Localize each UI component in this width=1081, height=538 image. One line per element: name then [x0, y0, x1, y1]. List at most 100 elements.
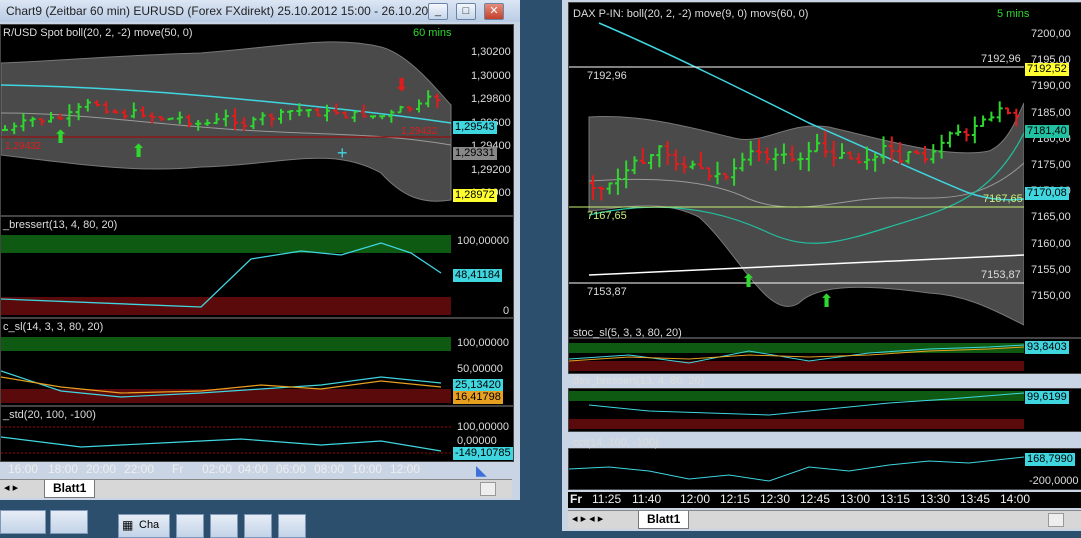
- horizontal-scrollbar[interactable]: [1048, 513, 1064, 527]
- ohlc-bar: [664, 141, 671, 166]
- chart-tool-icon[interactable]: ◣: [476, 462, 487, 479]
- ohlc-bar: [764, 147, 771, 164]
- sheet-tab-blatt1[interactable]: Blatt1: [44, 480, 96, 498]
- ohlc-bar: [397, 105, 404, 114]
- stoc-lines: [569, 344, 1024, 364]
- ohlc-bar: [689, 160, 696, 170]
- ohlc-bar: [278, 108, 284, 124]
- taskbar-item-chart[interactable]: ▦ Cha: [118, 514, 170, 538]
- ma-value-tag: 1,29543: [453, 121, 497, 134]
- time-tick: 12:45: [800, 492, 831, 506]
- ohlc-bar: [797, 152, 804, 170]
- left-dss-pane[interactable]: _bressert(13, 4, 80, 20) 100,00000 0 48,…: [0, 216, 514, 318]
- time-tick: 13:30: [920, 492, 951, 506]
- right-price-pane[interactable]: DAX P-IN: boll(20, 2, -2) move(9, 0) mov…: [568, 2, 1081, 338]
- close-button[interactable]: ✕: [484, 3, 504, 20]
- left-window-title: Chart9 (Zeitbar 60 min) EURUSD (Forex FX…: [6, 4, 435, 18]
- sheet-tab-blatt1[interactable]: Blatt1: [638, 511, 690, 529]
- ohlc-bar: [780, 143, 787, 164]
- dss-line: [588, 392, 1024, 416]
- left-cci-pane[interactable]: _std(20, 100, -100) 100,00000 0,00000 -1…: [0, 406, 514, 462]
- right-dss-pane[interactable]: dss_bressert(13, 4, 80, 20) 99,6199: [568, 375, 1081, 432]
- ohlc-bar: [980, 115, 987, 128]
- ohlc-bar: [623, 160, 630, 189]
- taskbar-button[interactable]: [278, 514, 306, 538]
- taskbar-button[interactable]: [176, 514, 204, 538]
- time-tick: 13:00: [840, 492, 871, 506]
- time-tick: 04:00: [238, 462, 269, 476]
- stoc-value-tag: 93,8403: [1025, 341, 1069, 354]
- dss-line: [1, 242, 442, 308]
- left-interval-label: 60 mins: [413, 27, 452, 39]
- slow-ma-tag: 7170,08: [1025, 187, 1069, 200]
- ohlc-bar: [897, 142, 904, 165]
- taskbar-button[interactable]: [50, 510, 88, 534]
- ohlc-bar: [20, 112, 27, 132]
- time-tick: 12:30: [760, 492, 791, 506]
- ohlc-bar: [971, 116, 978, 144]
- left-stoc-pane[interactable]: c_sl(14, 3, 3, 80, 20) 100,00000 50,0000…: [0, 318, 514, 406]
- ohlc-bar: [406, 106, 413, 113]
- ohlc-bar: [888, 136, 895, 163]
- ohlc-bar: [872, 152, 879, 172]
- time-tick: 12:00: [390, 462, 421, 476]
- left-chart-window: Chart9 (Zeitbar 60 min) EURUSD (Forex FX…: [0, 0, 520, 500]
- tab-nav-icon[interactable]: ◂ ▸ ◂ ▸: [572, 512, 603, 525]
- ohlc-bar: [731, 158, 738, 186]
- ohlc-bar: [314, 107, 321, 117]
- ohlc-bar: [805, 141, 812, 172]
- axis-tick: 7160,00: [1031, 237, 1071, 250]
- crosshair-icon: +: [337, 143, 348, 163]
- ohlc-bar: [241, 117, 248, 131]
- ohlc-bar: [822, 130, 829, 158]
- hline-label: 7167,65: [587, 210, 627, 222]
- right-time-axis: Fr 11:25 11:40 12:00 12:15 12:30 12:45 1…: [568, 492, 1081, 508]
- buy-arrow-icon: ⬆: [819, 291, 835, 311]
- ohlc-bar: [830, 140, 837, 167]
- ohlc-bar: [379, 115, 386, 120]
- time-tick: 02:00: [202, 462, 233, 476]
- tab-nav-icon[interactable]: ◂ ▸: [4, 481, 18, 494]
- time-tick: Fr: [172, 462, 184, 476]
- ohlc-bar: [38, 118, 45, 126]
- axis-tick: 1,29200: [471, 163, 511, 176]
- buy-arrow-icon: ⬆: [131, 141, 147, 161]
- ohlc-bar: [1005, 107, 1011, 115]
- ohlc-bar: [789, 145, 796, 162]
- axis-tick: 1,29800: [471, 93, 511, 105]
- taskbar-button[interactable]: [210, 514, 238, 538]
- left-window-titlebar[interactable]: Chart9 (Zeitbar 60 min) EURUSD (Forex FX…: [0, 0, 520, 22]
- ohlc-bar: [186, 114, 192, 128]
- ohlc-bar: [697, 151, 704, 170]
- axis-tick: 1,30200: [471, 46, 511, 58]
- fast-ma-tag: 7181,40: [1025, 125, 1069, 138]
- right-cci-pane[interactable]: cci(14, 100, -100) 168,7990 -200,0000: [568, 437, 1081, 490]
- right-stoc-pane[interactable]: stoc_sl(5, 3, 3, 80, 20) 93,8403: [568, 327, 1081, 374]
- ohlc-bar: [839, 143, 845, 159]
- time-tick: 12:00: [680, 492, 711, 506]
- taskbar-button[interactable]: [244, 514, 272, 538]
- ohlc-bar: [590, 175, 596, 200]
- ohlc-bar: [955, 124, 962, 136]
- left-price-pane[interactable]: R/USD Spot boll(20, 2, -2) move(50, 0) 6…: [0, 24, 514, 216]
- minimize-button[interactable]: _: [428, 3, 448, 20]
- horizontal-scrollbar[interactable]: [480, 482, 496, 496]
- ohlc-bar: [880, 136, 887, 164]
- cci-axis-top: 100,00000: [457, 421, 509, 433]
- ohlc-bar: [250, 116, 257, 130]
- right-dss-label: dss_bressert(13, 4, 80, 20): [573, 375, 705, 387]
- ohlc-bar: [681, 156, 688, 174]
- ohlc-bar: [706, 167, 713, 181]
- ohlc-bar: [75, 103, 82, 121]
- left-candles: [2, 90, 441, 135]
- axis-tick: 7150,00: [1031, 290, 1071, 303]
- ohlc-bar: [195, 119, 202, 131]
- axis-tick: 7155,00: [1031, 263, 1071, 276]
- ohlc-bar: [29, 116, 36, 127]
- dss-value-tag: 48,41184: [453, 269, 503, 282]
- ohlc-bar: [425, 90, 432, 108]
- left-red-label-right: 1,29432: [401, 126, 438, 137]
- taskbar-button[interactable]: [0, 510, 46, 534]
- mid-value-tag: 1,29331: [453, 147, 497, 160]
- maximize-button[interactable]: □: [456, 3, 476, 20]
